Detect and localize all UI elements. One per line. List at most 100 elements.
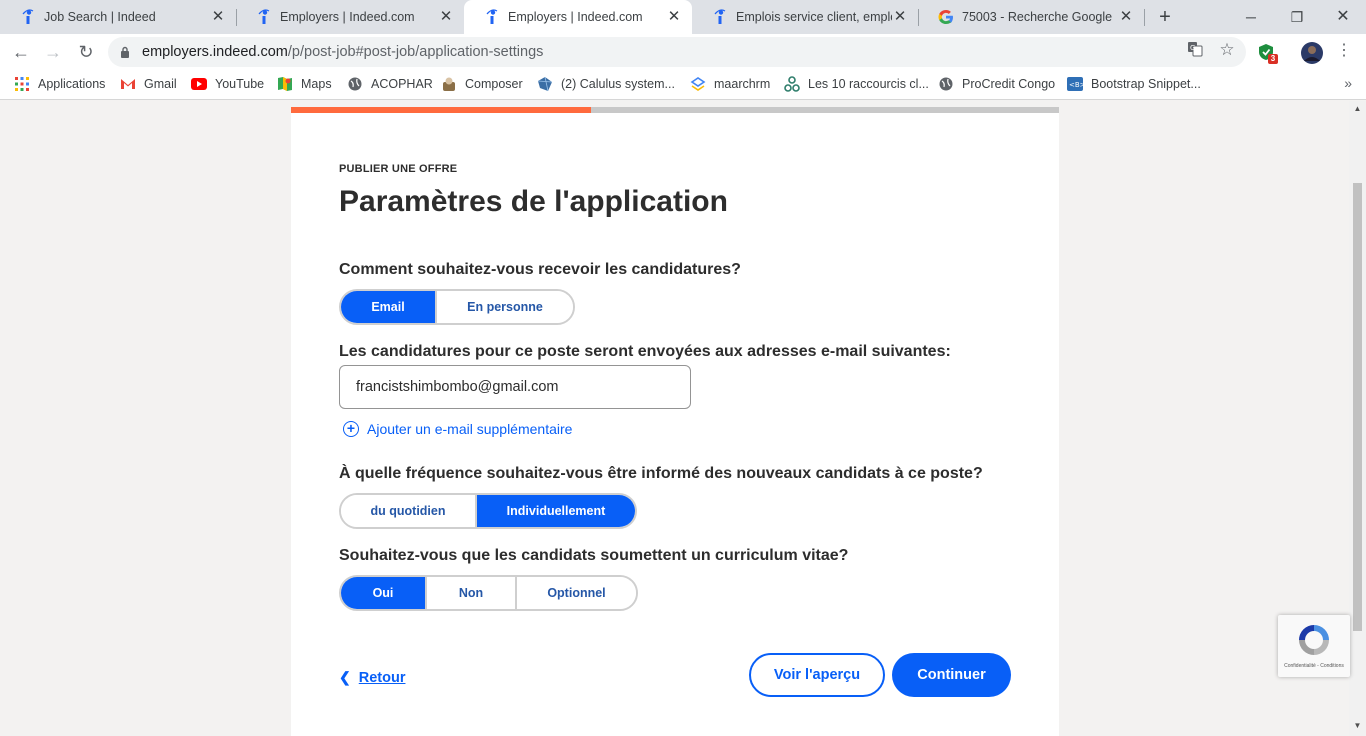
- tab-title: 75003 - Recherche Google: [962, 10, 1113, 24]
- globe-icon: [938, 76, 954, 92]
- address-bar[interactable]: employers.indeed.com/p/post-job#post-job…: [108, 37, 1246, 67]
- bookmark-gmail[interactable]: Gmail: [120, 76, 177, 92]
- close-tab-icon[interactable]: ✕: [1118, 9, 1134, 25]
- progress-bar: [291, 107, 1059, 113]
- option-daily[interactable]: du quotidien: [341, 495, 477, 527]
- recaptcha-terms: Confidentialité - Conditions: [1284, 663, 1344, 669]
- back-label: Retour: [358, 669, 406, 686]
- page-eyebrow: PUBLIER UNE OFFRE: [339, 163, 458, 175]
- bookmark-label: ProCredit Congo: [962, 77, 1056, 91]
- bookmark-label: Gmail: [144, 77, 177, 91]
- tab-title: Job Search | Indeed: [44, 10, 156, 24]
- tab-emplois[interactable]: Emplois service client, emploi | ✕: [692, 0, 918, 34]
- globe-icon: [347, 76, 363, 92]
- question-receive-method: Comment souhaitez-vous recevoir les cand…: [339, 261, 741, 278]
- bookmark-label: Composer: [465, 77, 523, 91]
- extension-badge: 3: [1270, 54, 1276, 63]
- tab-google[interactable]: 75003 - Recherche Google ✕: [918, 0, 1144, 34]
- bookmark-procredit[interactable]: ProCredit Congo: [938, 76, 1055, 92]
- scroll-up-icon[interactable]: ▲: [1353, 104, 1362, 114]
- translate-icon[interactable]: G: [1186, 41, 1204, 59]
- bookmark-acophar[interactable]: ACOPHAR: [347, 76, 433, 92]
- raccourcis-icon: [784, 76, 800, 92]
- tab-title: Employers | Indeed.com: [508, 10, 643, 24]
- indeed-icon: [20, 9, 36, 25]
- bookmark-star-icon[interactable]: ☆: [1218, 41, 1236, 59]
- post-job-card: PUBLIER UNE OFFRE Paramètres de l'applic…: [291, 107, 1059, 736]
- bookmark-label: Les 10 raccourcis cl...: [808, 77, 929, 91]
- bookmark-label: Maps: [301, 77, 332, 91]
- forward-arrow-icon[interactable]: →: [42, 41, 64, 63]
- bookmark-raccourcis[interactable]: Les 10 raccourcis cl...: [784, 76, 929, 92]
- bookmark-applications[interactable]: Applications: [14, 76, 105, 92]
- page-scrollbar[interactable]: ▲ ▼: [1349, 101, 1366, 736]
- close-tab-icon[interactable]: ✕: [210, 9, 226, 25]
- option-individually[interactable]: Individuellement: [477, 495, 635, 527]
- progress-bar-fill: [291, 107, 591, 113]
- notify-frequency-toggle: du quotidien Individuellement: [339, 493, 637, 529]
- option-in-person[interactable]: En personne: [437, 291, 573, 323]
- scroll-down-icon[interactable]: ▼: [1353, 721, 1362, 731]
- page-viewport: PUBLIER UNE OFFRE Paramètres de l'applic…: [0, 101, 1366, 736]
- scroll-thumb[interactable]: [1353, 183, 1362, 631]
- option-optional[interactable]: Optionnel: [517, 577, 636, 609]
- reload-icon[interactable]: ↻: [75, 41, 97, 63]
- bookmark-composer[interactable]: Composer: [441, 76, 523, 92]
- bookmark-label: Bootstrap Snippet...: [1091, 77, 1201, 91]
- recaptcha-badge[interactable]: Confidentialité - Conditions: [1278, 615, 1350, 677]
- url-host: employers.indeed.com: [142, 44, 288, 60]
- extension-shield-icon[interactable]: 3: [1256, 42, 1278, 64]
- bookmark-label: YouTube: [215, 77, 265, 91]
- bootstrap-icon: <B>: [1067, 76, 1083, 92]
- bookmark-bootstrap[interactable]: <B> Bootstrap Snippet...: [1067, 76, 1201, 92]
- tab-title: Emplois service client, emploi |: [736, 10, 892, 24]
- maps-icon: [277, 76, 293, 92]
- tab-employers-active[interactable]: Employers | Indeed.com ✕: [464, 0, 692, 34]
- email-field[interactable]: francistshimbombo@gmail.com: [339, 365, 691, 409]
- close-tab-icon[interactable]: ✕: [438, 9, 454, 25]
- bookmark-label: maarchrm: [714, 77, 771, 91]
- menu-kebab-icon[interactable]: ⋮: [1335, 42, 1353, 60]
- bookmarks-overflow-icon[interactable]: »: [1344, 75, 1352, 91]
- plus-circle-icon: +: [343, 421, 359, 437]
- email-value: francistshimbombo@gmail.com: [356, 379, 559, 395]
- svg-text:<B>: <B>: [1069, 81, 1083, 89]
- preview-button[interactable]: Voir l'aperçu: [749, 653, 885, 697]
- bookmark-label: ACOPHAR: [371, 77, 433, 91]
- minimize-icon[interactable]: ─: [1240, 6, 1262, 28]
- bookmark-calulus[interactable]: (2) Calulus system...: [537, 76, 675, 92]
- calulus-icon: [537, 76, 553, 92]
- tab-job-search[interactable]: Job Search | Indeed ✕: [0, 0, 236, 34]
- option-email[interactable]: Email: [341, 291, 437, 323]
- close-tab-icon[interactable]: ✕: [892, 9, 908, 25]
- youtube-icon: [191, 76, 207, 92]
- indeed-icon: [712, 9, 728, 25]
- bookmark-youtube[interactable]: YouTube: [191, 76, 264, 92]
- restore-icon[interactable]: ❐: [1286, 6, 1308, 28]
- indeed-icon: [256, 9, 272, 25]
- option-no[interactable]: Non: [427, 577, 517, 609]
- continue-button[interactable]: Continuer: [892, 653, 1011, 697]
- bookmark-maps[interactable]: Maps: [277, 76, 332, 92]
- option-yes[interactable]: Oui: [341, 577, 427, 609]
- add-email-link[interactable]: + Ajouter un e-mail supplémentaire: [343, 421, 572, 437]
- google-icon: [938, 9, 954, 25]
- url-path: /p/post-job#post-job/application-setting…: [287, 44, 544, 60]
- composer-icon: [441, 76, 457, 92]
- page-title: Paramètres de l'application: [339, 185, 728, 218]
- back-arrow-icon[interactable]: ←: [10, 41, 32, 63]
- avatar[interactable]: [1301, 42, 1323, 64]
- back-link[interactable]: ❮ Retour: [339, 669, 405, 686]
- tab-employers-1[interactable]: Employers | Indeed.com ✕: [236, 0, 464, 34]
- close-tab-icon[interactable]: ✕: [666, 9, 682, 25]
- receive-method-toggle: Email En personne: [339, 289, 575, 325]
- maarch-icon: [690, 76, 706, 92]
- bookmark-maarchrm[interactable]: maarchrm: [690, 76, 770, 92]
- svg-text:G: G: [1190, 44, 1195, 52]
- question-require-resume: Souhaitez-vous que les candidats soumett…: [339, 547, 849, 564]
- new-tab-icon[interactable]: +: [1155, 7, 1175, 27]
- recaptcha-icon: [1299, 625, 1329, 655]
- question-notify-frequency: À quelle fréquence souhaitez-vous être i…: [339, 465, 983, 482]
- browser-tab-strip: Job Search | Indeed ✕ Employers | Indeed…: [0, 0, 1366, 34]
- close-window-icon[interactable]: ✕: [1332, 6, 1354, 28]
